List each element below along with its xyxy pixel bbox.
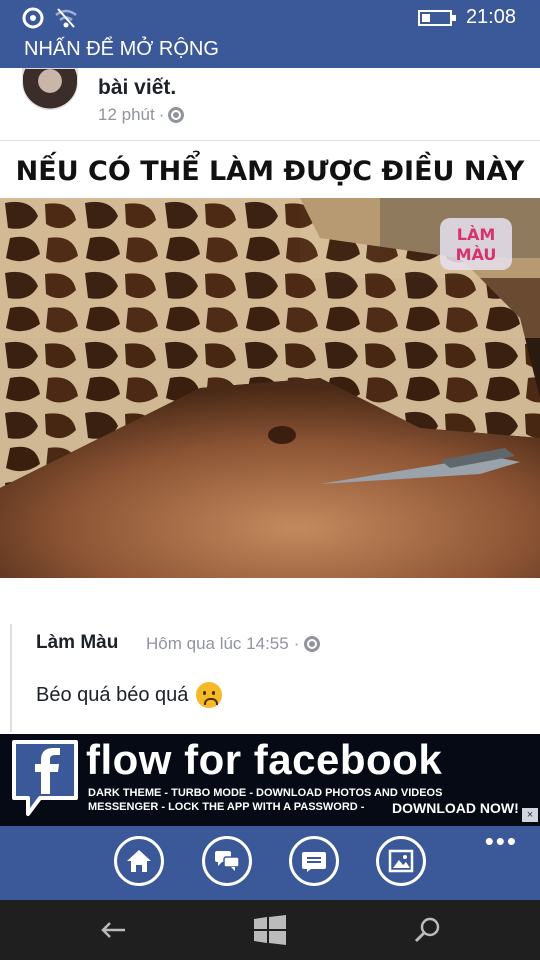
- facebook-f-icon: [12, 740, 78, 816]
- ad-download-link[interactable]: DOWNLOAD NOW!: [392, 800, 519, 816]
- expand-header[interactable]: NHẤN ĐỂ MỞ RỘNG: [0, 36, 540, 68]
- comment-separator: ·: [293, 634, 300, 653]
- meme-photo: LÀM MÀU: [0, 198, 540, 578]
- news-feed-button[interactable]: [289, 836, 339, 886]
- system-nav-bar: [0, 900, 540, 960]
- news-feed-icon: [302, 852, 326, 872]
- post-meta: 12 phút ·: [98, 105, 185, 125]
- search-button[interactable]: [410, 914, 444, 946]
- status-bar: 21:08: [0, 0, 540, 36]
- ad-features-line-1: DARK THEME - TURBO MODE - DOWNLOAD PHOTO…: [88, 787, 443, 799]
- globe-icon: [304, 636, 321, 652]
- home-icon: [127, 850, 151, 872]
- comment-body: Béo quá béo quá: [36, 682, 223, 708]
- photos-icon: [388, 849, 414, 873]
- photos-button[interactable]: [376, 836, 426, 886]
- post-header: bài viết. 12 phút ·: [0, 68, 540, 138]
- post-time[interactable]: 12 phút: [98, 105, 155, 125]
- comment-author[interactable]: Làm Màu: [36, 632, 118, 654]
- svg-text:MÀU: MÀU: [456, 245, 497, 264]
- back-button[interactable]: [96, 914, 130, 946]
- comment-meta: Hôm qua lúc 14:55 ·: [146, 634, 321, 654]
- comment-text: Béo quá béo quá: [36, 683, 189, 706]
- messages-icon: [215, 851, 240, 871]
- windows-start-icon: [254, 915, 286, 945]
- start-button[interactable]: [253, 914, 287, 946]
- more-options-button[interactable]: •••: [485, 828, 518, 854]
- globe-icon: [168, 107, 185, 123]
- app-bar: •••: [0, 826, 540, 900]
- svg-text:LÀM: LÀM: [457, 225, 496, 244]
- ad-banner[interactable]: flow for facebook DARK THEME - TURBO MOD…: [0, 734, 540, 826]
- post-title: bài viết.: [98, 76, 177, 99]
- lam-mau-watermark: LÀM MÀU: [440, 218, 512, 270]
- author-avatar[interactable]: [22, 68, 78, 110]
- meme-caption: NẾU CÓ THỂ LÀM ĐƯỢC ĐIỀU NÀY: [0, 140, 540, 198]
- clock: 21:08: [465, 6, 516, 28]
- sad-face-icon: [196, 682, 223, 708]
- post-image[interactable]: NẾU CÓ THỂ LÀM ĐƯỢC ĐIỀU NÀY LÀM MÀU: [0, 140, 540, 578]
- data-saver-icon: [22, 7, 44, 34]
- search-icon: [414, 917, 440, 943]
- ad-features-line-2: MESSENGER - LOCK THE APP WITH A PASSWORD…: [88, 801, 365, 813]
- comment: Làm Màu Hôm qua lúc 14:55 · Béo quá béo …: [0, 578, 540, 734]
- comment-quote-rule: [10, 624, 12, 732]
- comment-time[interactable]: Hôm qua lúc 14:55: [146, 634, 289, 654]
- messages-button[interactable]: [202, 836, 252, 886]
- battery-icon: [417, 9, 456, 26]
- home-button[interactable]: [114, 836, 164, 886]
- meta-separator: ·: [158, 105, 165, 124]
- ad-title: flow for facebook: [86, 736, 443, 783]
- back-icon: [101, 922, 125, 938]
- wifi-icon: [54, 7, 78, 34]
- ad-close-button[interactable]: ×: [522, 808, 538, 822]
